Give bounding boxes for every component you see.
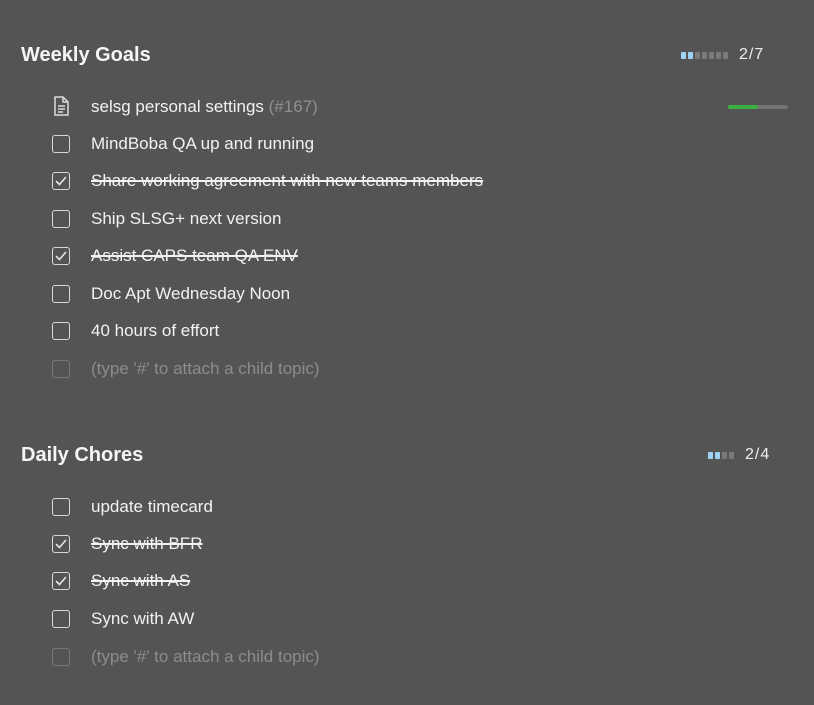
progress-count: 2/4 xyxy=(745,446,771,463)
progress-pip xyxy=(723,51,728,59)
progress-count: 2/7 xyxy=(739,46,765,63)
check-icon xyxy=(55,576,67,586)
task-item[interactable]: Assist CAPS team QA ENV xyxy=(0,239,814,276)
task-item[interactable]: MindBoba QA up and running xyxy=(0,127,814,164)
check-icon xyxy=(55,251,67,261)
section-header-daily-chores: Daily Chores 2/4 xyxy=(0,440,814,470)
task-item[interactable]: 40 hours of effort xyxy=(0,314,814,351)
topic-ref[interactable]: (#167) xyxy=(269,97,318,116)
task-checkbox[interactable] xyxy=(52,572,70,590)
task-label[interactable]: Sync with AS xyxy=(91,564,190,598)
progress-pip xyxy=(708,451,713,459)
task-label[interactable]: update timecard xyxy=(91,490,213,524)
progress-pip xyxy=(715,451,720,459)
task-checkbox[interactable] xyxy=(52,322,70,340)
document-icon xyxy=(54,96,69,116)
task-label[interactable]: Sync with AW xyxy=(91,602,194,636)
progress-pip xyxy=(729,451,734,459)
new-item-checkbox xyxy=(52,648,70,666)
task-label[interactable]: MindBoba QA up and running xyxy=(91,127,314,161)
task-label[interactable]: Assist CAPS team QA ENV xyxy=(91,239,298,273)
check-icon xyxy=(55,539,67,549)
check-icon xyxy=(55,176,67,186)
task-item[interactable]: update timecard xyxy=(0,490,814,527)
progress-pips xyxy=(708,451,734,459)
task-checkbox[interactable] xyxy=(52,172,70,190)
topic-item[interactable]: selsg personal settings (#167) xyxy=(0,90,814,127)
task-item[interactable]: Sync with BFR xyxy=(0,527,814,564)
task-checkbox[interactable] xyxy=(52,535,70,553)
progress-pip xyxy=(702,51,707,59)
progress-pip xyxy=(695,51,700,59)
task-item[interactable]: Doc Apt Wednesday Noon xyxy=(0,277,814,314)
section-title: Daily Chores xyxy=(21,444,144,466)
task-checkbox[interactable] xyxy=(52,210,70,228)
task-label[interactable]: Doc Apt Wednesday Noon xyxy=(91,277,290,311)
progress-pip xyxy=(709,51,714,59)
section-progress: 2/4 xyxy=(708,440,770,470)
new-item-input[interactable]: (type '#' to attach a child topic) xyxy=(91,640,320,674)
task-item[interactable]: Sync with AW xyxy=(0,602,814,639)
progress-pip xyxy=(681,51,686,59)
section-title: Weekly Goals xyxy=(21,44,151,66)
progress-pip xyxy=(688,51,693,59)
new-item-row[interactable]: (type '#' to attach a child topic) xyxy=(0,640,814,677)
section-header-weekly-goals: Weekly Goals 2/7 xyxy=(0,40,814,70)
topic-label[interactable]: selsg personal settings (#167) xyxy=(91,90,318,124)
task-checkbox[interactable] xyxy=(52,247,70,265)
progress-pips xyxy=(681,51,728,59)
task-item[interactable]: Share working agreement with new teams m… xyxy=(0,164,814,201)
progress-pip xyxy=(722,451,727,459)
new-item-row[interactable]: (type '#' to attach a child topic) xyxy=(0,352,814,389)
section-progress: 2/7 xyxy=(681,40,764,70)
topic-title: selsg personal settings xyxy=(91,97,264,116)
task-checkbox[interactable] xyxy=(52,498,70,516)
topic-progress-fill xyxy=(728,105,758,109)
new-item-input[interactable]: (type '#' to attach a child topic) xyxy=(91,352,320,386)
task-label[interactable]: Sync with BFR xyxy=(91,527,202,561)
task-checkbox[interactable] xyxy=(52,610,70,628)
task-label[interactable]: 40 hours of effort xyxy=(91,314,219,348)
task-label[interactable]: Ship SLSG+ next version xyxy=(91,202,281,236)
task-checkbox[interactable] xyxy=(52,285,70,303)
progress-pip xyxy=(716,51,721,59)
new-item-checkbox xyxy=(52,360,70,378)
goals-page: Weekly Goals 2/7 selsg personal settings… xyxy=(0,0,814,705)
task-item[interactable]: Sync with AS xyxy=(0,564,814,601)
task-label[interactable]: Share working agreement with new teams m… xyxy=(91,164,483,198)
topic-progress-bar xyxy=(728,105,788,109)
task-checkbox[interactable] xyxy=(52,135,70,153)
task-item[interactable]: Ship SLSG+ next version xyxy=(0,202,814,239)
